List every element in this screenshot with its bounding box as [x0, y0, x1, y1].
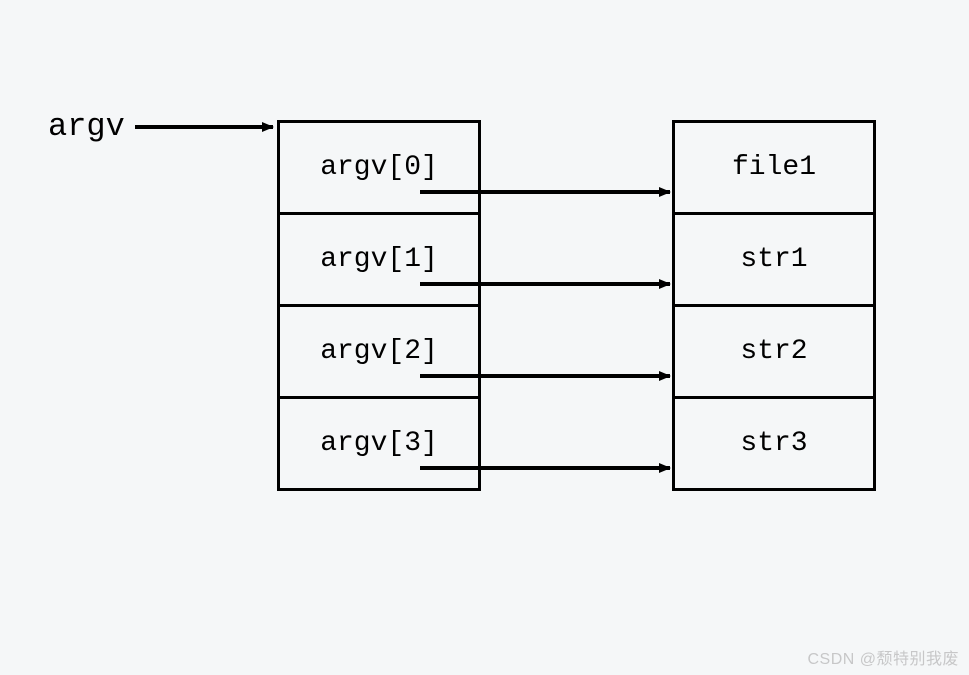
diagram-arrows — [0, 0, 969, 675]
watermark-text: CSDN @颓特别我废 — [807, 645, 959, 669]
